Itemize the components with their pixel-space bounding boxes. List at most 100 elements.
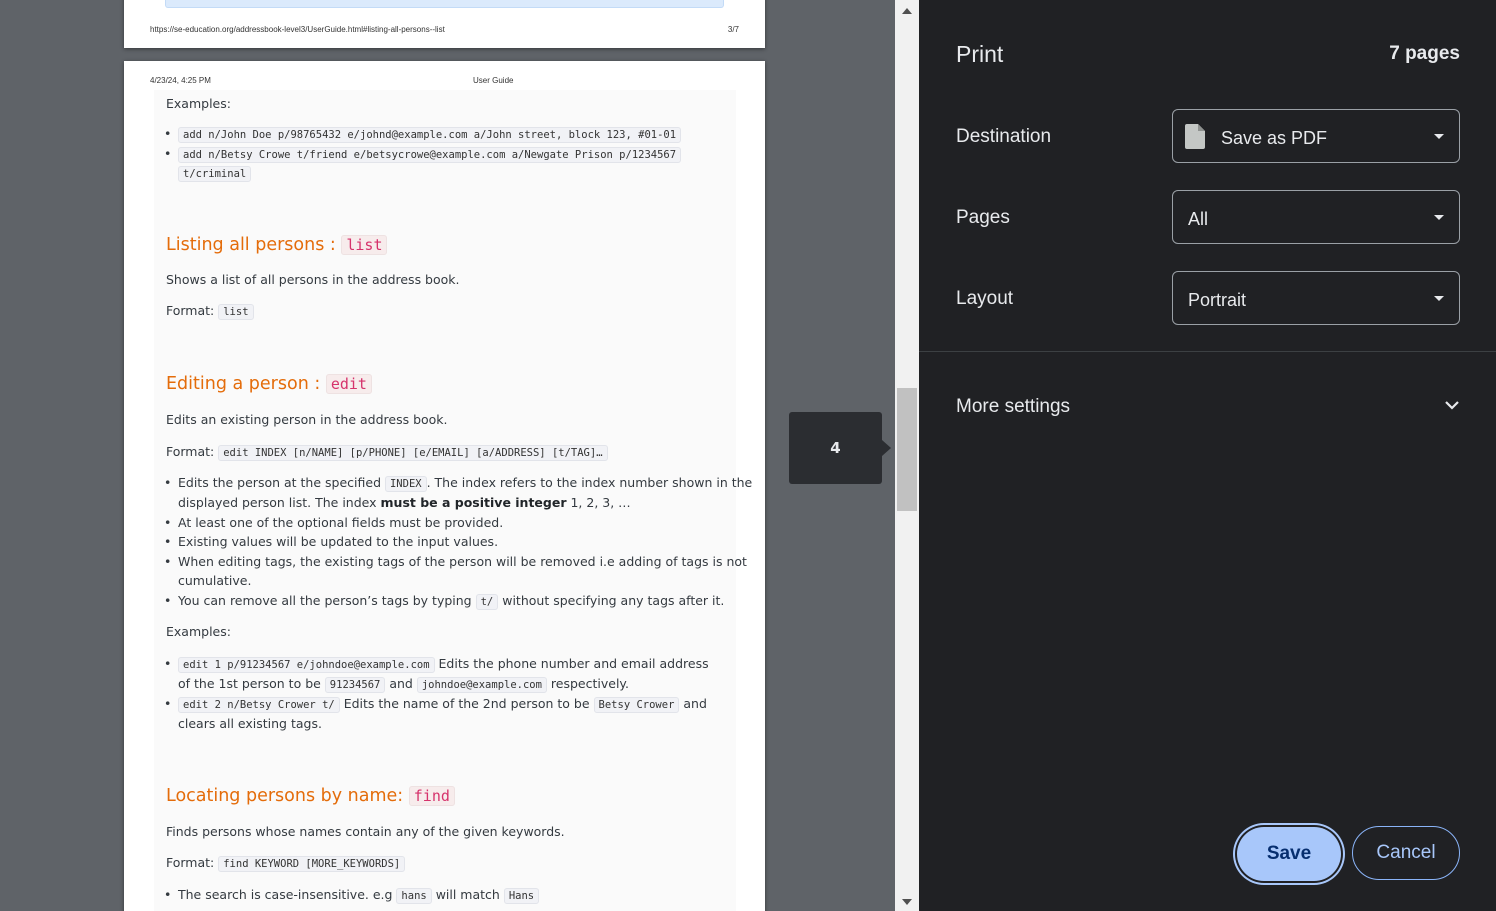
text: without specifying any tags after it. [498, 593, 725, 608]
more-settings-label: More settings [956, 396, 1071, 417]
heading-code: list [341, 235, 388, 255]
callout-box [165, 0, 724, 8]
section-heading-edit: Editing a person : edit [166, 374, 372, 394]
code-snippet: hans [396, 888, 432, 904]
list-item: add n/John Doe p/98765432 e/johnd@exampl… [164, 126, 682, 143]
list-item: Edits the person at the specified INDEX.… [164, 475, 753, 492]
heading-text: Listing all persons : [166, 235, 342, 255]
code-snippet: list [218, 304, 254, 320]
list-item: You can remove all the person’s tags by … [164, 593, 725, 610]
code-snippet: edit 2 n/Betsy Crower t/ [178, 697, 340, 713]
scroll-down-arrow-icon[interactable] [902, 899, 912, 905]
chevron-down-icon [1445, 401, 1459, 410]
list-item: The search is case-insensitive. e.g hans… [164, 887, 540, 904]
destination-label: Destination [956, 126, 1052, 147]
list-item: When editing tags, the existing tags of … [164, 554, 747, 569]
code-snippet: 91234567 [324, 677, 386, 693]
cancel-button[interactable]: Cancel [1352, 826, 1460, 880]
format-label: Format: [166, 855, 219, 870]
destination-value: Save as PDF [1221, 128, 1328, 148]
preview-scrollbar[interactable] [895, 0, 919, 911]
code-snippet: add n/Betsy Crowe t/friend e/betsycrowe@… [178, 147, 682, 163]
scroll-up-arrow-icon[interactable] [902, 8, 912, 14]
scrollbar-thumb[interactable] [897, 388, 917, 511]
section-heading-find: Locating persons by name: find [166, 786, 455, 806]
pages-value: All [1188, 209, 1209, 229]
page-number-tooltip: 4 [789, 412, 891, 484]
page-header-title: User Guide [473, 76, 514, 85]
code-snippet: edit 1 p/91234567 e/johndoe@example.com [178, 657, 435, 673]
heading-code: find [408, 786, 455, 806]
list-item-continuation: cumulative. [178, 573, 252, 588]
layout-select[interactable]: Portrait [1172, 271, 1460, 325]
dropdown-caret-icon [1434, 134, 1444, 139]
text: Edits the person at the specified [178, 475, 385, 490]
print-settings-sidebar: Print 7 pages Destination Save as PDF Pa… [919, 0, 1496, 911]
list-item: edit 2 n/Betsy Crower t/ Edits the name … [164, 696, 707, 713]
paragraph: Shows a list of all persons in the addre… [166, 272, 460, 287]
text: respectively. [546, 676, 630, 691]
text: 1, 2, 3, … [566, 495, 631, 510]
text: displayed person list. The index [178, 495, 381, 510]
list-item-continuation: of the 1st person to be 91234567 and joh… [178, 676, 630, 693]
heading-text: Locating persons by name: [166, 786, 409, 806]
code-snippet: find KEYWORD [MORE_KEYWORDS] [218, 856, 406, 872]
file-icon [1185, 124, 1205, 149]
code-snippet: edit INDEX [n/NAME] [p/PHONE] [e/EMAIL] … [218, 445, 608, 461]
text: of the 1st person to be [178, 676, 325, 691]
dropdown-caret-icon [1434, 296, 1444, 301]
format-line: Format: edit INDEX [n/NAME] [p/PHONE] [e… [166, 444, 608, 461]
layout-value: Portrait [1188, 290, 1247, 310]
code-snippet: INDEX [384, 476, 427, 492]
heading-code: edit [325, 374, 372, 394]
print-preview-area: https://se-education.org/addressbook-lev… [0, 0, 895, 911]
page-footer-url: https://se-education.org/addressbook-lev… [150, 25, 445, 34]
format-label: Format: [166, 444, 219, 459]
layout-label: Layout [956, 288, 1014, 309]
page-count: 7 pages [1389, 43, 1460, 64]
pages-select[interactable]: All [1172, 190, 1460, 244]
list-item: add n/Betsy Crowe t/friend e/betsycrowe@… [164, 146, 682, 163]
list-item: edit 1 p/91234567 e/johndoe@example.com … [164, 656, 709, 673]
divider [919, 351, 1496, 352]
section-heading-list: Listing all persons : list [166, 235, 388, 255]
code-snippet: t/criminal [178, 166, 252, 182]
paragraph: Finds persons whose names contain any of… [166, 824, 565, 839]
code-snippet: t/ [475, 594, 499, 610]
list-item-continuation: displayed person list. The index must be… [178, 495, 631, 510]
format-label: Format: [166, 303, 219, 318]
text: Edits the name of the 2nd person to be [339, 696, 594, 711]
list-item-continuation: clears all existing tags. [178, 716, 322, 731]
page-footer-number: 3/7 [727, 25, 739, 34]
pages-label: Pages [956, 207, 1010, 228]
dropdown-caret-icon [1434, 215, 1444, 220]
save-button[interactable]: Save [1237, 827, 1341, 881]
more-settings-toggle[interactable]: More settings [956, 394, 1461, 422]
text: Edits the phone number and email address [434, 656, 709, 671]
text: The search is case-insensitive. e.g [178, 887, 397, 902]
bold-text: must be a positive integer [380, 495, 567, 510]
list-item: Existing values will be updated to the i… [164, 534, 498, 549]
list-item-continuation: t/criminal [178, 165, 252, 182]
heading-text: Editing a person : [166, 374, 326, 394]
page-content: Examples: add n/John Doe p/98765432 e/jo… [154, 90, 752, 911]
format-line: Format: list [166, 303, 254, 320]
text: . The index refers to the index number s… [426, 475, 753, 490]
paragraph: Edits an existing person in the address … [166, 412, 448, 427]
list-item: At least one of the optional fields must… [164, 515, 503, 530]
text: will match [431, 887, 504, 902]
preview-page-3: https://se-education.org/addressbook-lev… [124, 0, 765, 48]
code-snippet: Betsy Crower [593, 697, 680, 713]
code-snippet: Hans [503, 888, 540, 904]
format-line: Format: find KEYWORD [MORE_KEYWORDS] [166, 855, 406, 872]
code-snippet: johndoe@example.com [416, 677, 547, 693]
text: You can remove all the person’s tags by … [178, 593, 476, 608]
examples-label: Examples: [166, 96, 231, 111]
code-snippet: add n/John Doe p/98765432 e/johnd@exampl… [178, 127, 682, 143]
text: and [385, 676, 417, 691]
preview-page-4: 4/23/24, 4:25 PM User Guide Examples: ad… [124, 61, 765, 911]
destination-select[interactable]: Save as PDF [1172, 109, 1460, 163]
page-header-date: 4/23/24, 4:25 PM [150, 76, 211, 85]
examples-label: Examples: [166, 624, 231, 639]
print-title: Print [956, 41, 1004, 67]
